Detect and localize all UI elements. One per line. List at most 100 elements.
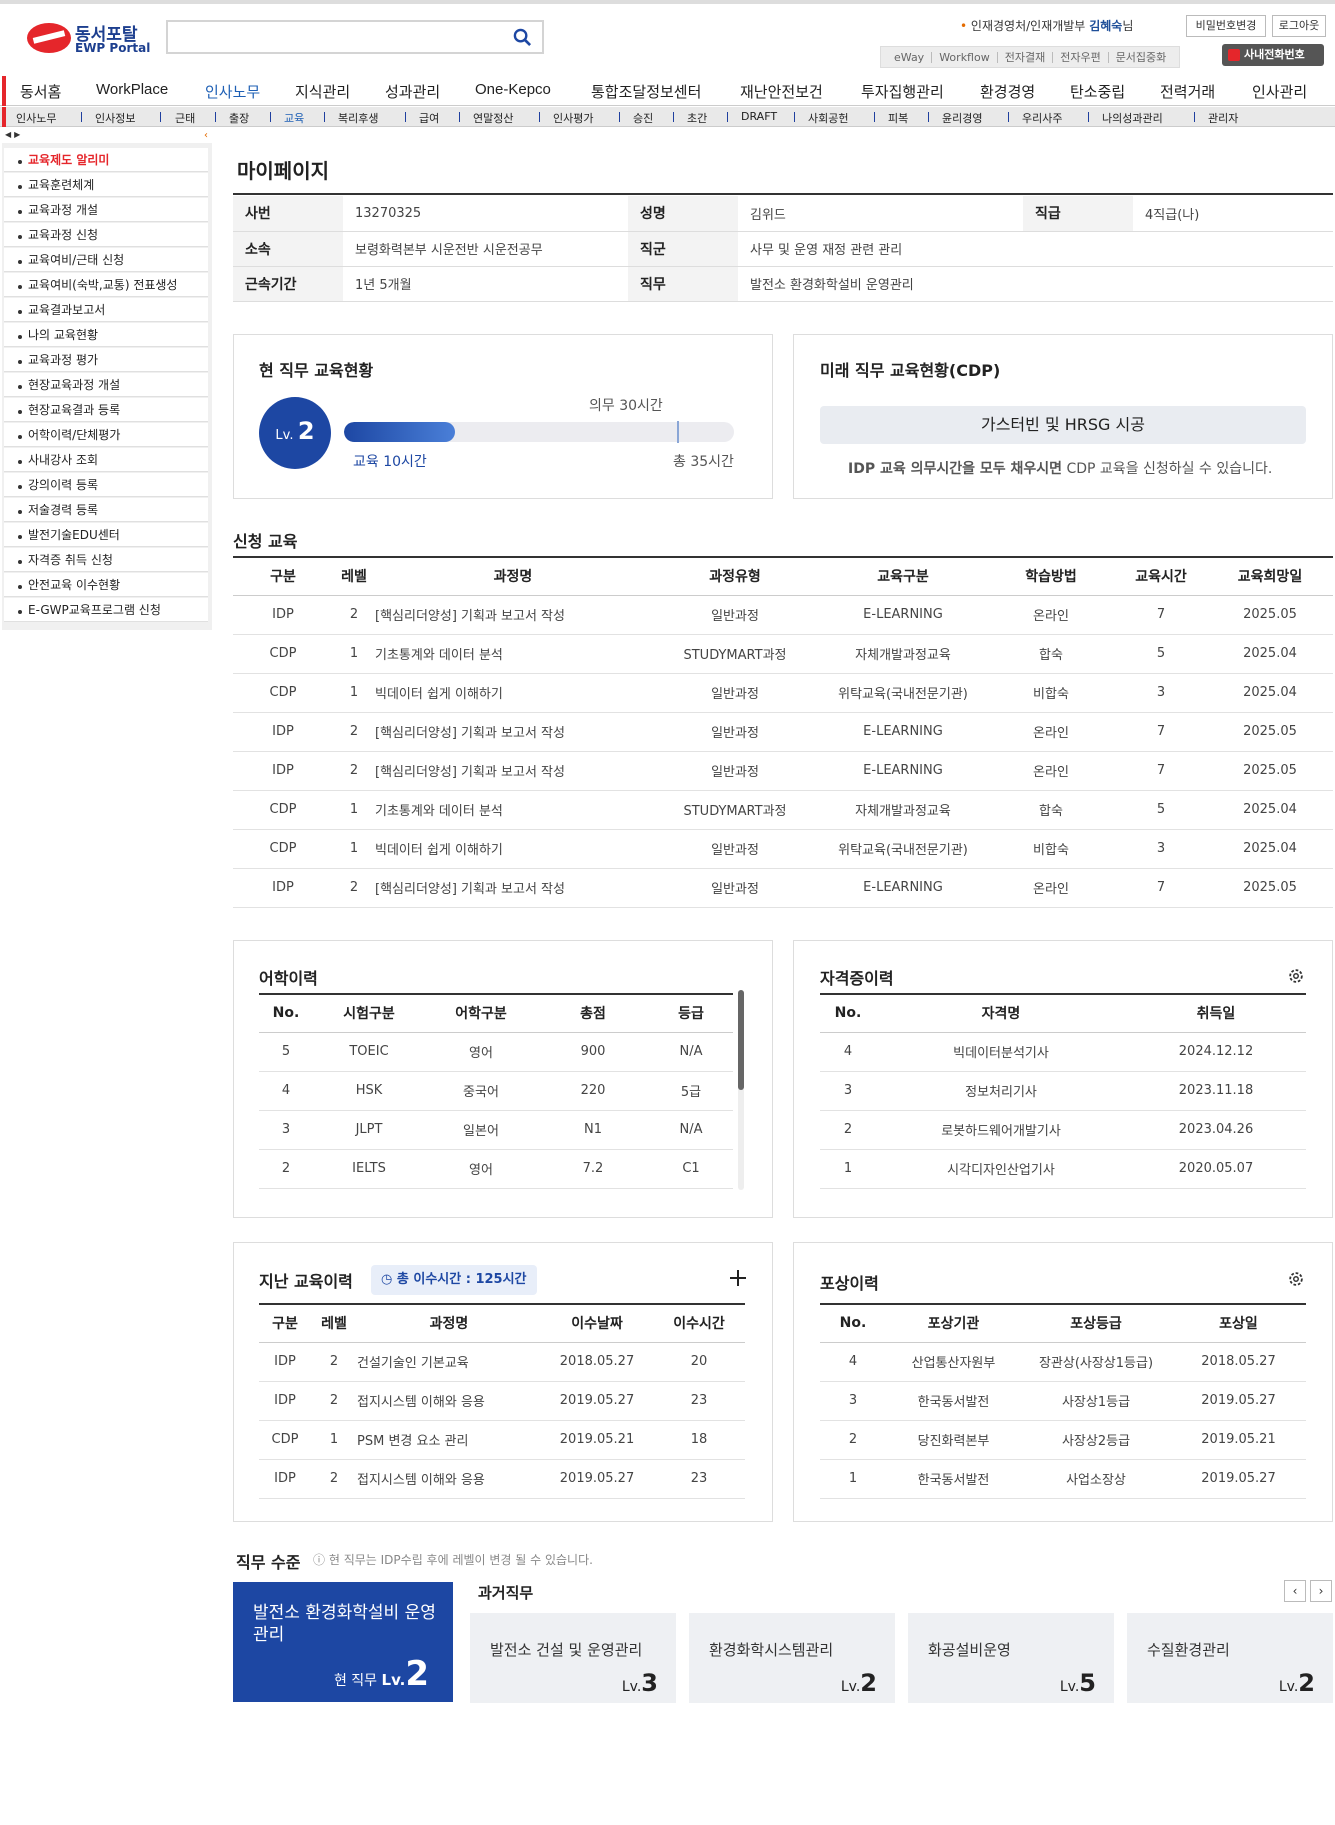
gnb-item[interactable]: 환경경영 <box>980 81 1035 102</box>
language-row[interactable]: 3 JLPT 일본어 N1 N/A <box>259 1110 733 1150</box>
applied-edu-row[interactable]: CDP 1 빅데이터 쉽게 이해하기 일반과정 위탁교육(국내전문기관) 비합숙 3 2025… <box>233 673 1333 713</box>
sidebar-item[interactable]: 교육과정 신청 <box>4 223 208 247</box>
sidebar-item[interactable]: 현장교육결과 등록 <box>4 398 208 422</box>
lnb-item[interactable]: 피복 <box>888 110 908 126</box>
cert-row[interactable]: 3 정보처리기사 2023.11.18 <box>820 1071 1306 1111</box>
sidebar-item[interactable]: 나의 교육현황 <box>4 323 208 347</box>
award-row[interactable]: 2 당진화력본부 사장상2등급 2019.05.21 <box>820 1420 1306 1460</box>
quick-link-mail[interactable]: 전자우편 <box>1052 51 1107 63</box>
lnb-item[interactable]: 나의성과관리 <box>1102 110 1163 126</box>
current-job-card[interactable]: 발전소 환경화학설비 운영관리 현 직무 Lv.2 <box>233 1582 453 1702</box>
language-scrollbar[interactable] <box>738 990 744 1190</box>
search-input[interactable] <box>174 26 494 48</box>
applied-edu-row[interactable]: IDP 2 [핵심리더양성] 기획과 보고서 작성 일반과정 E-LEARNING 온라인… <box>233 595 1333 635</box>
sidebar-item[interactable]: 현장교육과정 개설 <box>4 373 208 397</box>
sidebar-item[interactable]: 발전기술EDU센터 <box>4 523 208 547</box>
cert-row[interactable]: 1 시각디자인산업기사 2020.05.07 <box>820 1149 1306 1189</box>
past-job-card[interactable]: 화공설비운영 Lv.5 <box>908 1613 1114 1703</box>
lnb-item-active[interactable]: 교육 <box>284 110 304 126</box>
past-job-card[interactable]: 발전소 건설 및 운영관리 Lv.3 <box>470 1613 676 1703</box>
sidebar-item[interactable]: 사내강사 조회 <box>4 448 208 472</box>
sidebar-item[interactable]: 교육여비(숙박,교통) 전표생성 <box>4 273 208 297</box>
quick-link-eway[interactable]: eWay <box>887 52 931 63</box>
sidebar-item[interactable]: 교육과정 평가 <box>4 348 208 372</box>
award-row[interactable]: 4 산업통산자원부 장관상(사장상1등급) 2018.05.27 <box>820 1342 1306 1382</box>
sidebar-item[interactable]: 교육훈련체계 <box>4 173 208 197</box>
gnb-item[interactable]: 탄소중립 <box>1070 81 1125 102</box>
lnb-item[interactable]: 출장 <box>229 110 249 126</box>
language-row[interactable]: 4 HSK 중국어 220 5급 <box>259 1071 733 1111</box>
quick-link-approval[interactable]: 전자결재 <box>996 51 1052 63</box>
lnb-item[interactable]: 복리후생 <box>338 110 378 126</box>
gnb-item[interactable]: 투자집행관리 <box>861 81 944 102</box>
award-row[interactable]: 1 한국동서발전 사업소장상 2019.05.27 <box>820 1459 1306 1499</box>
change-password-button[interactable]: 비밀번호변경 <box>1186 15 1266 37</box>
applied-edu-row[interactable]: IDP 2 [핵심리더양성] 기획과 보고서 작성 일반과정 E-LEARNING 온라인… <box>233 751 1333 791</box>
applied-edu-row[interactable]: CDP 1 빅데이터 쉽게 이해하기 일반과정 위탁교육(국내전문기관) 비합숙 3 2025… <box>233 829 1333 869</box>
add-icon[interactable] <box>728 1268 748 1288</box>
past-edu-row[interactable]: IDP 2 건설기술인 기본교육 2018.05.27 20 <box>259 1342 745 1382</box>
cert-row[interactable]: 2 로봇하드웨어개발기사 2023.04.26 <box>820 1110 1306 1150</box>
lnb-item[interactable]: 급여 <box>419 110 439 126</box>
search-icon[interactable] <box>513 28 532 47</box>
gnb-item[interactable]: 성과관리 <box>385 81 440 102</box>
lnb-item[interactable]: 초간 <box>687 110 707 126</box>
prev-button[interactable]: ‹ <box>1284 1580 1306 1602</box>
gnb-item-active[interactable]: 인사노무 <box>205 81 260 102</box>
applied-edu-row[interactable]: CDP 1 기초통계와 데이터 분석 STUDYMART과정 자체개발과정교육 합숙 5 20… <box>233 634 1333 674</box>
lnb-item[interactable]: 승진 <box>633 110 653 126</box>
quick-link-documents[interactable]: 문서집중화 <box>1107 51 1174 63</box>
past-edu-row[interactable]: CDP 1 PSM 변경 요소 관리 2019.05.21 18 <box>259 1420 745 1460</box>
gnb-item[interactable]: 전력거래 <box>1160 81 1215 102</box>
sidebar-item[interactable]: E-GWP교육프로그램 신청 <box>4 598 208 622</box>
lnb-item[interactable]: 윤리경영 <box>942 110 982 126</box>
sidebar-item[interactable]: 교육과정 개설 <box>4 198 208 222</box>
sidebar-item[interactable]: 교육결과보고서 <box>4 298 208 322</box>
gnb-item[interactable]: 동서홈 <box>20 81 61 102</box>
applied-edu-row[interactable]: IDP 2 [핵심리더양성] 기획과 보고서 작성 일반과정 E-LEARNING 온라인… <box>233 712 1333 752</box>
sidebar-scroll-arrows[interactable]: ◀▶ <box>5 130 23 139</box>
past-edu-row[interactable]: IDP 2 접지시스템 이해와 응용 2019.05.27 23 <box>259 1459 745 1499</box>
applied-edu-row[interactable]: IDP 2 [핵심리더양성] 기획과 보고서 작성 일반과정 E-LEARNING 온라인… <box>233 868 1333 908</box>
ewp-logo[interactable]: 동서포탈 EWP Portal <box>27 20 152 56</box>
lnb-item[interactable]: 사회공헌 <box>808 110 848 126</box>
lnb-item[interactable]: 인사평가 <box>553 110 593 126</box>
past-edu-row[interactable]: IDP 2 접지시스템 이해와 응용 2019.05.27 23 <box>259 1381 745 1421</box>
lnb-item[interactable]: 인사정보 <box>95 110 135 126</box>
gnb-item[interactable]: 인사관리 <box>1252 81 1307 102</box>
lnb-item[interactable]: DRAFT <box>741 110 777 123</box>
sidebar-item[interactable]: 자격증 취득 신청 <box>4 548 208 572</box>
past-job-card[interactable]: 수질환경관리 Lv.2 <box>1127 1613 1333 1703</box>
language-row[interactable]: 2 IELTS 영어 7.2 C1 <box>259 1149 733 1189</box>
sidebar-collapse-icon[interactable]: ‹ <box>204 130 208 141</box>
phone-directory-button[interactable]: 사내전화번호 <box>1222 44 1324 66</box>
gnb-item[interactable]: 통합조달정보센터 <box>591 81 701 102</box>
cert-row[interactable]: 4 빅데이터분석기사 2024.12.12 <box>820 1032 1306 1072</box>
quick-link-workflow[interactable]: Workflow <box>931 51 997 63</box>
lnb-item[interactable]: 인사노무 <box>16 110 56 126</box>
scrollbar-thumb[interactable] <box>738 990 744 1090</box>
sidebar-item-active[interactable]: 교육제도 알리미 <box>4 148 208 172</box>
settings-gear-icon[interactable] <box>1287 1270 1305 1288</box>
cdp-job-button[interactable]: 가스터빈 및 HRSG 시공 <box>820 406 1306 444</box>
sidebar-item[interactable]: 강의이력 등록 <box>4 473 208 497</box>
lnb-item[interactable]: 우리사주 <box>1022 110 1062 126</box>
settings-gear-icon[interactable] <box>1287 967 1305 985</box>
next-button[interactable]: › <box>1310 1580 1332 1602</box>
gnb-item[interactable]: One-Kepco <box>475 81 551 98</box>
past-job-card[interactable]: 환경화학시스템관리 Lv.2 <box>689 1613 895 1703</box>
gnb-item[interactable]: 재난안전보건 <box>740 81 823 102</box>
language-row[interactable]: 5 TOEIC 영어 900 N/A <box>259 1032 733 1072</box>
lnb-item[interactable]: 근태 <box>175 110 195 126</box>
lnb-item[interactable]: 관리자 <box>1208 110 1238 126</box>
logout-button[interactable]: 로그아웃 <box>1272 15 1326 37</box>
sidebar-item[interactable]: 어학이력/단체평가 <box>4 423 208 447</box>
sidebar-item[interactable]: 교육여비/근태 신청 <box>4 248 208 272</box>
gnb-item[interactable]: 지식관리 <box>295 81 350 102</box>
applied-edu-row[interactable]: CDP 1 기초통계와 데이터 분석 STUDYMART과정 자체개발과정교육 합숙 5 20… <box>233 790 1333 830</box>
gnb-item[interactable]: WorkPlace <box>96 81 168 98</box>
award-row[interactable]: 3 한국동서발전 사장상1등급 2019.05.27 <box>820 1381 1306 1421</box>
lnb-item[interactable]: 연말정산 <box>473 110 513 126</box>
sidebar-item[interactable]: 저술경력 등록 <box>4 498 208 522</box>
sidebar-item[interactable]: 안전교육 이수현황 <box>4 573 208 597</box>
